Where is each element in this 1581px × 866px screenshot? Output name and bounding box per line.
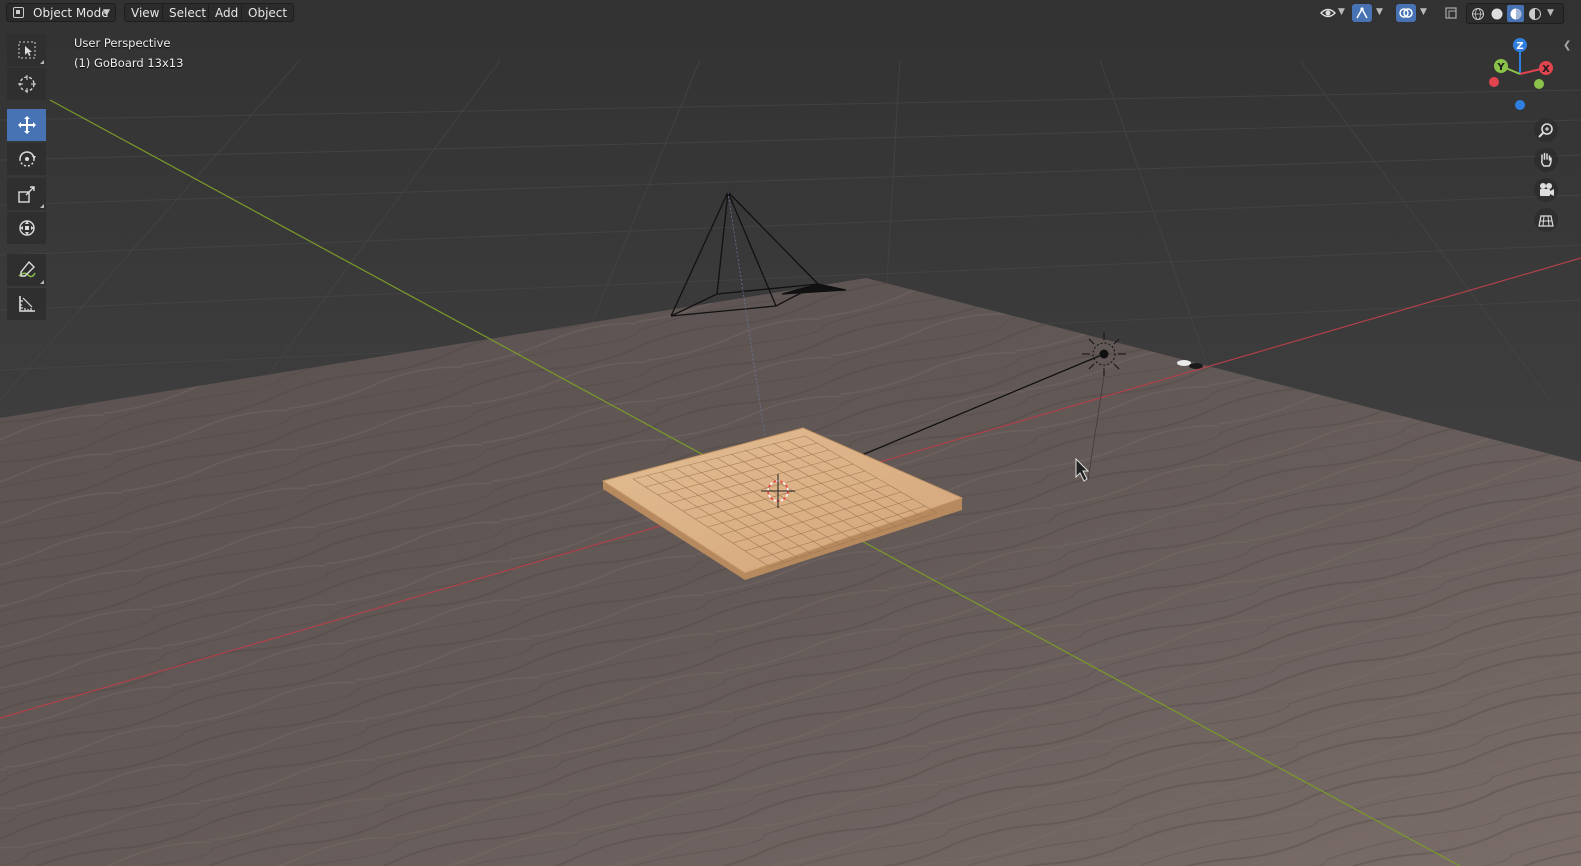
active-object-label: (1) GoBoard 13x13 (74, 56, 184, 70)
shading-rendered-icon[interactable] (1526, 5, 1543, 22)
menu-select[interactable]: Select (162, 3, 214, 22)
shading-wireframe-icon[interactable] (1469, 5, 1486, 22)
tool-rotate[interactable] (7, 143, 46, 175)
tool-more-indicator (40, 204, 44, 208)
menu-view[interactable]: View (124, 3, 167, 22)
tool-cursor[interactable] (7, 68, 46, 100)
navigation-gizmo[interactable]: Z Y X (1478, 34, 1568, 118)
viewport-header: Object Mode ▼ View Select Add Object ▼ ▼… (0, 0, 1581, 26)
gizmo-neg-z-axis[interactable] (1515, 100, 1525, 110)
tool-move[interactable] (7, 109, 46, 141)
gizmo-neg-x-axis[interactable] (1489, 77, 1499, 87)
tool-scale[interactable] (7, 178, 46, 210)
tool-select-box[interactable] (7, 34, 46, 66)
pan-hand-icon[interactable] (1534, 148, 1558, 172)
chevron-down-icon[interactable]: ▼ (1420, 3, 1427, 22)
tool-measure[interactable] (7, 288, 46, 320)
zoom-icon[interactable] (1534, 118, 1558, 142)
viewport-info: User Perspective (1) GoBoard 13x13 (74, 33, 183, 73)
gizmo-y-label: Y (1496, 62, 1505, 73)
visibility-icon[interactable] (1318, 4, 1338, 22)
chevron-down-icon: ▼ (103, 8, 110, 18)
chevron-down-icon[interactable]: ▼ (1547, 4, 1554, 23)
tool-annotate[interactable] (7, 254, 46, 286)
shading-solid-icon[interactable] (1488, 5, 1505, 22)
menu-add[interactable]: Add (208, 3, 246, 22)
xray-toggle-icon[interactable] (1442, 4, 1460, 22)
scene-canvas[interactable] (0, 0, 1581, 866)
go-stone-white[interactable] (1177, 360, 1191, 366)
mode-dropdown[interactable]: Object Mode ▼ (6, 3, 116, 22)
object-mode-icon (13, 7, 24, 18)
gizmo-z-label: Z (1516, 41, 1523, 52)
shading-material-preview-icon[interactable] (1507, 5, 1524, 22)
menu-object[interactable]: Object (241, 3, 295, 22)
sidebar-toggle-icon[interactable]: ❮ (1563, 40, 1571, 51)
shading-mode-group: ▼ (1466, 3, 1564, 24)
3d-viewport[interactable]: User Perspective (1) GoBoard 13x13 Objec… (0, 0, 1581, 866)
mode-label: Object Mode (33, 6, 109, 20)
chevron-down-icon[interactable]: ▼ (1376, 3, 1383, 22)
perspective-label: User Perspective (74, 36, 171, 50)
chevron-down-icon[interactable]: ▼ (1338, 3, 1345, 22)
tool-transform[interactable] (7, 212, 46, 244)
gizmo-toggle-icon[interactable] (1352, 4, 1372, 22)
go-stone-black[interactable] (1189, 363, 1203, 369)
camera-view-icon[interactable] (1534, 178, 1558, 202)
tool-more-indicator (40, 60, 44, 64)
gizmo-neg-y-axis[interactable] (1534, 79, 1544, 89)
overlays-toggle-icon[interactable] (1396, 4, 1416, 22)
gizmo-x-label: X (1542, 64, 1550, 75)
tool-more-indicator (40, 280, 44, 284)
ortho-grid-icon[interactable] (1534, 208, 1558, 232)
